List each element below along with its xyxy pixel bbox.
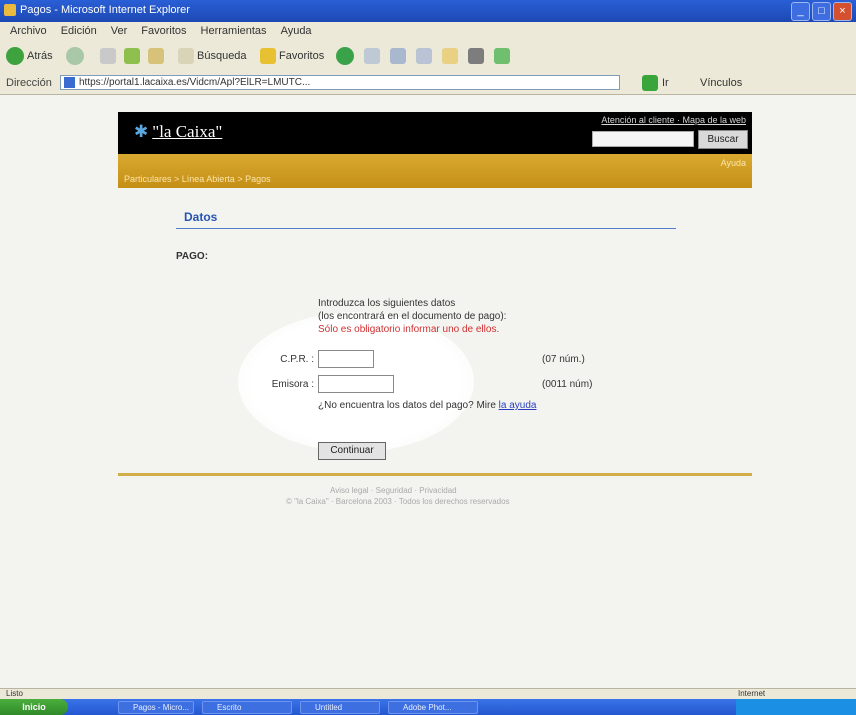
menu-favoritos[interactable]: Favoritos — [141, 25, 186, 37]
gold-nav-bar: Ayuda Particulares > Línea Abierta > Pag… — [118, 154, 752, 188]
continue-button[interactable]: Continuar — [318, 442, 386, 460]
menu-edicion[interactable]: Edición — [61, 25, 97, 37]
section-title: Datos — [184, 210, 218, 224]
breadcrumb[interactable]: Particulares > Línea Abierta > Pagos — [124, 174, 271, 184]
favorites-button[interactable]: Favoritos — [260, 46, 324, 66]
cpr-input[interactable] — [318, 350, 374, 368]
back-arrow-icon — [6, 47, 24, 65]
site-search-input[interactable] — [592, 131, 694, 147]
links-button[interactable]: Vínculos — [700, 77, 742, 89]
footer-links[interactable]: Aviso legal · Seguridad · Privacidad — [330, 486, 457, 495]
refresh-icon[interactable] — [124, 48, 140, 64]
address-bar: Dirección https://portal1.lacaixa.es/Vid… — [0, 72, 856, 95]
cpr-hint: (07 núm.) — [542, 354, 585, 365]
folder-icon[interactable] — [442, 48, 458, 64]
history-icon[interactable] — [364, 48, 380, 64]
menu-herramientas[interactable]: Herramientas — [201, 25, 267, 37]
tool-icon[interactable] — [494, 48, 510, 64]
maximize-button[interactable]: □ — [812, 2, 831, 21]
instruction-line-1: Introduzca los siguientes datos — [318, 298, 456, 309]
window-titlebar: Pagos - Microsoft Internet Explorer _ □ … — [0, 0, 856, 22]
menu-ayuda[interactable]: Ayuda — [281, 25, 312, 37]
menu-ver[interactable]: Ver — [111, 25, 128, 37]
taskbar-item-escrito[interactable]: Escrito — [202, 701, 292, 714]
go-icon[interactable] — [642, 75, 658, 91]
instruction-line-2: (los encontrará en el documento de pago)… — [318, 311, 507, 322]
status-text: Listo — [6, 689, 23, 698]
cpr-label: C.P.R. : — [280, 354, 314, 365]
magnifier-icon — [178, 48, 194, 64]
emisora-input[interactable] — [318, 375, 394, 393]
taskbar-item-pagos[interactable]: Pagos - Micro... — [118, 701, 194, 714]
go-button[interactable]: Ir — [662, 77, 669, 89]
star-icon — [260, 48, 276, 64]
ie-icon — [4, 4, 16, 16]
home-icon[interactable] — [148, 48, 164, 64]
back-button[interactable]: Atrás — [6, 46, 53, 66]
taskbar: Inicio Pagos - Micro... Escrito Untitled… — [0, 699, 856, 715]
security-zone: Internet — [738, 689, 766, 698]
help-text: ¿No encuentra los datos del pago? Mire l… — [318, 400, 537, 411]
print-icon[interactable] — [416, 48, 432, 64]
media-icon[interactable] — [336, 47, 354, 65]
lacaixa-logo[interactable]: ✱ "la Caixa" — [134, 122, 222, 142]
help-link[interactable]: la ayuda — [499, 400, 537, 411]
window-title: Pagos - Microsoft Internet Explorer — [20, 4, 190, 16]
emisora-hint: (0011 núm) — [542, 379, 593, 390]
top-links[interactable]: Atención al cliente · Mapa de la web — [601, 115, 746, 125]
forward-arrow-icon — [66, 47, 84, 65]
menu-bar: Archivo Edición Ver Favoritos Herramient… — [0, 22, 856, 40]
url-text: https://portal1.lacaixa.es/Vidcm/Apl?ElL… — [79, 77, 311, 88]
footer-copyright: © "la Caixa" · Barcelona 2003 · Todos lo… — [286, 497, 510, 506]
url-field[interactable]: https://portal1.lacaixa.es/Vidcm/Apl?ElL… — [60, 75, 620, 90]
search-button[interactable]: Búsqueda — [178, 46, 247, 66]
emisora-label: Emisora : — [271, 379, 314, 390]
site-header: ✱ "la Caixa" Atención al cliente · Mapa d… — [118, 112, 752, 154]
page-icon — [64, 77, 75, 88]
help-link-top[interactable]: Ayuda — [721, 158, 746, 168]
forward-button[interactable] — [66, 46, 84, 66]
taskbar-item-untitled[interactable]: Untitled — [300, 701, 380, 714]
site-search-button[interactable]: Buscar — [698, 130, 748, 149]
system-tray — [736, 699, 856, 715]
mail-icon[interactable] — [390, 48, 406, 64]
pago-label: PAGO: — [176, 251, 209, 262]
stop-icon[interactable] — [100, 48, 116, 64]
toolbar: Atrás Búsqueda Favoritos — [0, 40, 856, 73]
section-divider — [176, 228, 676, 229]
messenger-icon[interactable] — [468, 48, 484, 64]
taskbar-item-photoshop[interactable]: Adobe Phot... — [388, 701, 478, 714]
menu-archivo[interactable]: Archivo — [10, 25, 47, 37]
instruction-warning: Sólo es obligatorio informar uno de ello… — [318, 324, 500, 335]
address-label: Dirección — [6, 77, 52, 89]
start-button[interactable]: Inicio — [0, 699, 68, 715]
footer-divider — [118, 473, 752, 476]
minimize-button[interactable]: _ — [791, 2, 810, 21]
star-logo-icon: ✱ — [134, 122, 149, 141]
close-button[interactable]: × — [833, 2, 852, 21]
